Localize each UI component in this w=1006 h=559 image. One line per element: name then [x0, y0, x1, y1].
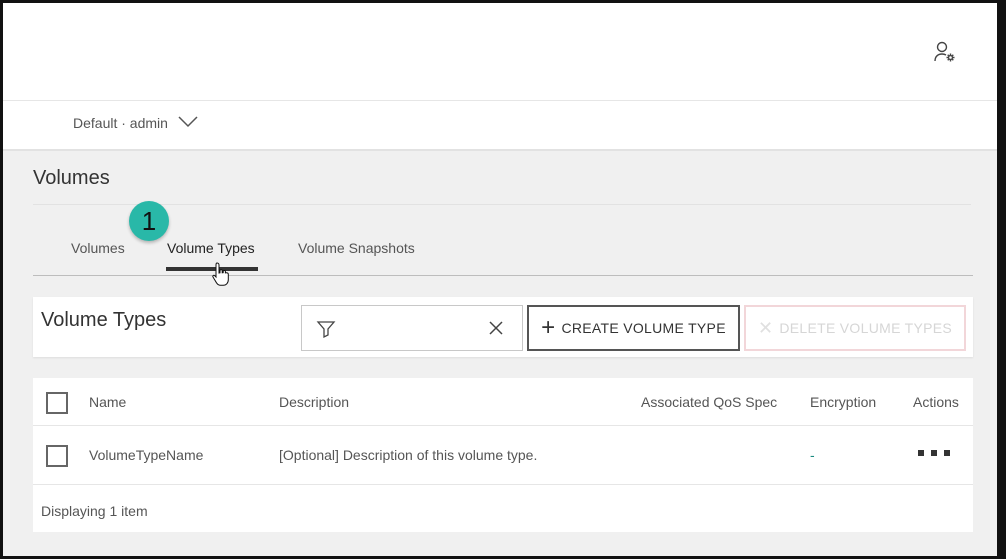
tab-bar: Volumes Volume Types Volume Snapshots	[33, 240, 973, 276]
create-volume-type-button[interactable]: + CREATE VOLUME TYPE	[527, 305, 740, 351]
step-badge: 1	[129, 201, 169, 241]
table-row: VolumeTypeName [Optional] Description of…	[33, 426, 973, 485]
more-actions-icon[interactable]	[918, 450, 950, 456]
plus-icon: +	[541, 314, 556, 341]
scope-bar: Default · admin	[3, 101, 997, 151]
filter-input[interactable]	[342, 316, 482, 340]
hand-cursor-icon	[211, 261, 231, 287]
column-header-encryption[interactable]: Encryption	[810, 394, 876, 410]
scope-label: Default · admin	[73, 115, 168, 131]
delete-volume-types-button[interactable]: ✕ DELETE VOLUME TYPES	[744, 305, 966, 351]
item-count: Displaying 1 item	[41, 503, 148, 519]
top-header	[3, 3, 997, 101]
delete-button-label: DELETE VOLUME TYPES	[779, 320, 953, 336]
chevron-down-icon	[178, 115, 198, 131]
volume-types-toolbar: Volume Types + CREATE VOLUME TYPE ✕ DELE…	[33, 297, 973, 357]
column-header-description[interactable]: Description	[279, 394, 349, 410]
table-header-row: Name Description Associated QoS Spec Enc…	[33, 378, 973, 426]
dot	[931, 450, 937, 456]
column-header-name[interactable]: Name	[89, 394, 126, 410]
row-name[interactable]: VolumeTypeName	[89, 447, 203, 463]
page-title: Volumes	[33, 167, 110, 189]
scope-selector[interactable]: Default · admin	[73, 115, 198, 131]
create-button-label: CREATE VOLUME TYPE	[561, 320, 726, 336]
filter-box	[301, 305, 523, 351]
select-all-checkbox[interactable]	[46, 392, 68, 414]
row-checkbox[interactable]	[46, 445, 68, 467]
tab-volume-snapshots[interactable]: Volume Snapshots	[298, 240, 415, 270]
filter-icon	[316, 319, 336, 339]
volume-types-table: Name Description Associated QoS Spec Enc…	[33, 378, 973, 532]
dot	[918, 450, 924, 456]
close-icon: ✕	[757, 318, 774, 338]
close-icon[interactable]	[488, 320, 504, 336]
column-header-actions: Actions	[913, 394, 959, 410]
row-description: [Optional] Description of this volume ty…	[279, 447, 538, 463]
section-title: Volume Types	[41, 309, 167, 331]
column-header-qos-spec[interactable]: Associated QoS Spec	[641, 394, 777, 410]
tabs-divider	[33, 275, 973, 276]
row-encryption: -	[810, 447, 815, 463]
app-window: Default · admin Volumes Volumes Volume T…	[0, 0, 1006, 559]
user-settings-icon[interactable]	[933, 40, 957, 64]
title-divider	[33, 204, 971, 205]
tab-volumes[interactable]: Volumes	[71, 240, 125, 270]
dot	[944, 450, 950, 456]
